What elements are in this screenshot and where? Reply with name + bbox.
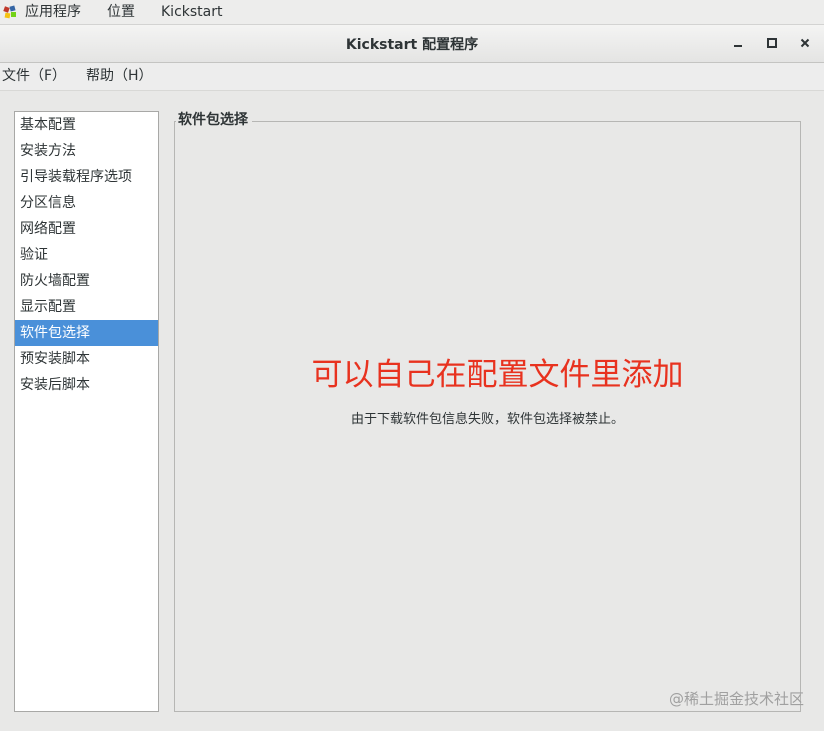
sidebar-item-display-config[interactable]: 显示配置 bbox=[15, 294, 158, 320]
main-content: 基本配置 安装方法 引导装载程序选项 分区信息 网络配置 验证 防火墙配置 显示… bbox=[0, 91, 824, 731]
maximize-button[interactable] bbox=[761, 32, 783, 54]
watermark: @稀土掘金技术社区 bbox=[668, 690, 804, 708]
sidebar-item-pre-install-script[interactable]: 预安装脚本 bbox=[15, 346, 158, 372]
close-button[interactable] bbox=[794, 32, 816, 54]
menu-file[interactable]: 文件（F） bbox=[2, 67, 66, 86]
places-menu[interactable]: 位置 bbox=[107, 3, 135, 21]
sidebar-item-authentication[interactable]: 验证 bbox=[15, 242, 158, 268]
active-app-menu[interactable]: Kickstart bbox=[161, 3, 222, 21]
sidebar-item-basic-config[interactable]: 基本配置 bbox=[15, 112, 158, 138]
pane-title: 软件包选择 bbox=[176, 111, 252, 129]
window-titlebar[interactable]: Kickstart 配置程序 bbox=[0, 25, 824, 63]
minimize-icon bbox=[734, 45, 742, 47]
sidebar-item-bootloader-options[interactable]: 引导装载程序选项 bbox=[15, 164, 158, 190]
applications-icon bbox=[3, 5, 16, 19]
top-panel: 应用程序 位置 Kickstart bbox=[0, 0, 824, 25]
sidebar-item-partition-info[interactable]: 分区信息 bbox=[15, 190, 158, 216]
annotation-text: 可以自己在配置文件里添加 bbox=[311, 357, 684, 393]
menu-help[interactable]: 帮助（H） bbox=[86, 67, 153, 86]
sidebar-item-install-method[interactable]: 安装方法 bbox=[15, 138, 158, 164]
applications-menu[interactable]: 应用程序 bbox=[25, 3, 81, 21]
maximize-icon bbox=[767, 38, 777, 48]
window-title: Kickstart 配置程序 bbox=[345, 37, 479, 53]
menubar: 文件（F） 帮助（H） bbox=[0, 63, 824, 91]
sidebar-item-network-config[interactable]: 网络配置 bbox=[15, 216, 158, 242]
sidebar-item-package-selection[interactable]: 软件包选择 bbox=[15, 320, 158, 346]
close-icon bbox=[800, 38, 810, 48]
sidebar-item-firewall-config[interactable]: 防火墙配置 bbox=[15, 268, 158, 294]
package-download-failed-message: 由于下载软件包信息失败，软件包选择被禁止。 bbox=[350, 412, 624, 427]
minimize-button[interactable] bbox=[727, 32, 749, 54]
section-list: 基本配置 安装方法 引导装载程序选项 分区信息 网络配置 验证 防火墙配置 显示… bbox=[14, 111, 159, 712]
sidebar-item-post-install-script[interactable]: 安装后脚本 bbox=[15, 372, 158, 398]
